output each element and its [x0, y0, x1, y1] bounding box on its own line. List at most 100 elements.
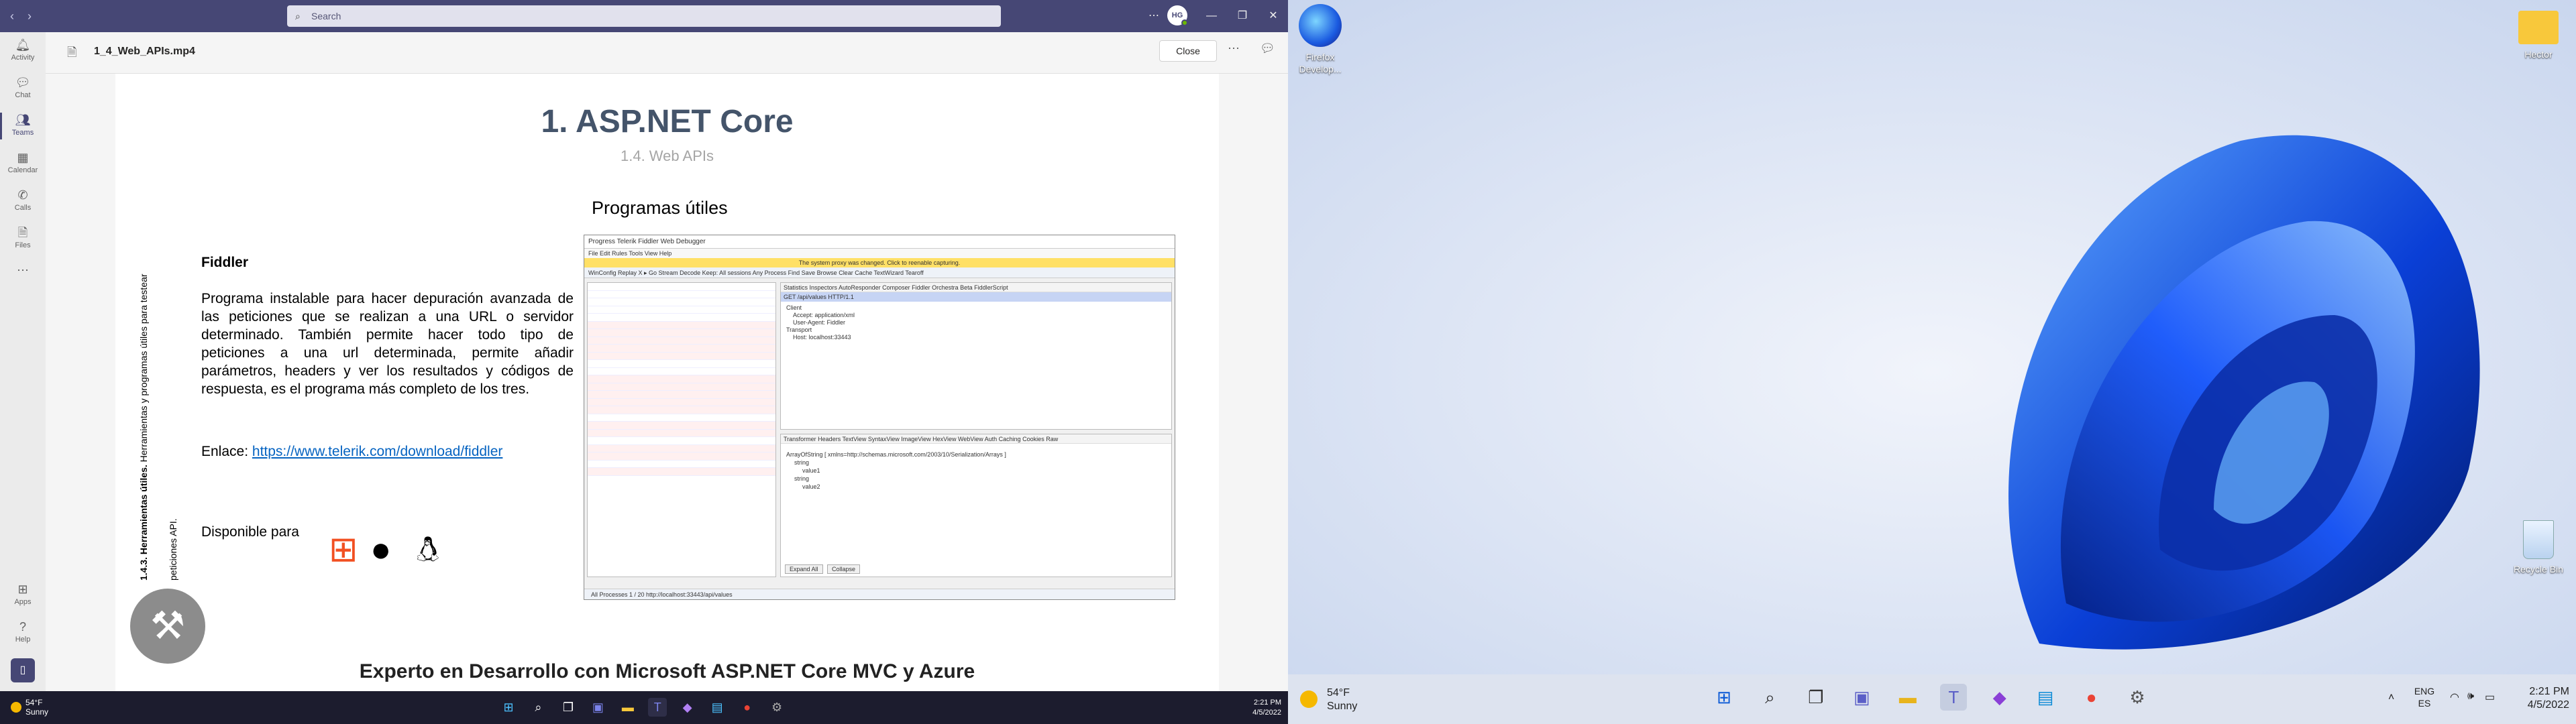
- fiddler-menu: File Edit Rules Tools View Help: [584, 249, 1175, 258]
- desktop-icon-hector[interactable]: Hector: [2510, 5, 2567, 60]
- list-item: [588, 321, 775, 329]
- rail-label: Calls: [14, 204, 32, 212]
- link-line: Enlace: https://www.telerik.com/download…: [201, 444, 502, 460]
- back-arrow-icon[interactable]: ‹: [5, 8, 19, 24]
- chevron-up-icon[interactable]: ˄: [2388, 692, 2394, 704]
- list-item: [588, 391, 775, 399]
- folder-icon: [2518, 11, 2559, 44]
- tools-icon: ⚒: [130, 589, 205, 664]
- maximize-icon[interactable]: ❐: [1233, 7, 1252, 25]
- tree-node: string: [794, 475, 810, 482]
- list-item: [588, 444, 775, 452]
- forward-arrow-icon[interactable]: ›: [23, 8, 36, 24]
- start-icon[interactable]: ⊞: [1711, 684, 1737, 711]
- search-placeholder: Search: [311, 11, 341, 21]
- search-icon[interactable]: ⌕: [1756, 684, 1783, 711]
- rail-item-teams[interactable]: 👥︎ Teams: [0, 107, 46, 145]
- more-apps-icon[interactable]: ⋯: [0, 257, 46, 295]
- fiddler-link[interactable]: https://www.telerik.com/download/fiddler: [252, 444, 503, 459]
- close-window-icon[interactable]: ✕: [1264, 7, 1283, 25]
- rail-label: Teams: [11, 129, 34, 137]
- slide-footer: Experto en Desarrollo con Microsoft ASP.…: [359, 660, 975, 682]
- battery-icon[interactable]: ▭: [2485, 690, 2495, 704]
- teams-icon[interactable]: T: [1940, 684, 1968, 711]
- task-view-icon[interactable]: ❐: [559, 698, 578, 717]
- more-options-icon[interactable]: ⋯: [1144, 7, 1163, 25]
- tree-node: value2: [802, 483, 820, 490]
- search-icon[interactable]: ⌕: [529, 698, 547, 717]
- list-item: [588, 422, 775, 430]
- desktop-icon-recycle-bin[interactable]: Recycle Bin: [2510, 520, 2567, 575]
- volume-icon[interactable]: 🕪︎: [2467, 690, 2474, 703]
- chat-icon[interactable]: ▣: [588, 698, 607, 717]
- teams-icon[interactable]: T: [648, 698, 667, 717]
- desktop-icon-label: Firefox Develop...: [1299, 52, 1342, 74]
- close-button[interactable]: Close: [1159, 40, 1217, 62]
- vertical-label-text: peticiones API.: [168, 518, 178, 581]
- fiddler-title: Progress Telerik Fiddler Web Debugger: [584, 235, 1175, 249]
- rail-item-apps[interactable]: ⊞ Apps: [0, 577, 46, 614]
- available-label: Disponible para: [201, 524, 299, 540]
- notepad-icon[interactable]: ▤: [708, 698, 727, 717]
- rail-item-activity[interactable]: 🔔︎ Activity: [0, 32, 46, 70]
- list-item: [588, 414, 775, 422]
- avatar[interactable]: HG: [1167, 5, 1188, 26]
- wifi-icon[interactable]: ◠: [2450, 690, 2459, 704]
- visual-studio-icon[interactable]: ◆: [678, 698, 697, 717]
- firefox-icon: [1299, 4, 1342, 47]
- minimize-icon[interactable]: —: [1202, 7, 1221, 25]
- bloom-wallpaper: [1288, 0, 2576, 674]
- desktop-icon-firefox[interactable]: Firefox Develop...: [1292, 4, 1348, 75]
- slide-heading: Programas útiles: [592, 198, 728, 218]
- link-prefix: Enlace:: [201, 444, 252, 459]
- response-tree: ArrayOfString [ xmlns=http://schemas.mic…: [781, 444, 1171, 497]
- chrome-icon[interactable]: ●: [2078, 684, 2105, 711]
- rail-item-calls[interactable]: ✆ Calls: [0, 182, 46, 220]
- request-line: Accept: application/xml: [793, 312, 855, 318]
- description-paragraph: Programa instalable para hacer depuració…: [201, 291, 574, 397]
- taskbar-icons: ⊞ ⌕ ❐ ▣ ▬ T ◆ ▤ ● ⚙: [1711, 684, 2167, 711]
- teams-icon: 👥︎: [15, 113, 31, 127]
- weather-widget[interactable]: 54°F Sunny: [11, 698, 48, 717]
- rail-label: Help: [15, 636, 31, 644]
- chat-icon[interactable]: 💬︎: [1260, 42, 1275, 56]
- date: 4/5/2022: [1252, 709, 1281, 717]
- fiddler-warning: The system proxy was changed. Click to r…: [584, 258, 1175, 267]
- tree-node: string: [794, 459, 810, 466]
- mobile-app-icon[interactable]: ▯: [11, 658, 35, 682]
- ellipsis-icon: ⋯: [17, 263, 29, 277]
- session-list: [587, 282, 776, 577]
- section-title: Fiddler: [201, 255, 249, 270]
- search-input[interactable]: ⌕ Search: [287, 5, 1001, 27]
- list-item: [588, 375, 775, 383]
- settings-icon[interactable]: ⚙: [2124, 684, 2151, 711]
- avatar-initials: HG: [1171, 11, 1183, 19]
- rail-item-files[interactable]: 🗎 Files: [0, 220, 46, 257]
- desktop: Firefox Develop... Hector Recycle Bin 54…: [1288, 0, 2576, 724]
- more-options-icon[interactable]: ⋯: [1228, 42, 1240, 56]
- inspector-tabs: Statistics Inspectors AutoResponder Comp…: [781, 283, 1171, 292]
- clock[interactable]: 2:21 PM 4/5/2022: [2516, 685, 2569, 712]
- chat-icon[interactable]: ▣: [1848, 684, 1875, 711]
- rail-item-calendar[interactable]: ▦ Calendar: [0, 145, 46, 182]
- calendar-icon: ▦: [17, 151, 29, 164]
- fiddler-toolbar: WinConfig Replay X ▸ Go Stream Decode Ke…: [584, 267, 1175, 278]
- folder-icon[interactable]: ▬: [1894, 684, 1921, 711]
- collapse-button: Collapse: [827, 564, 861, 574]
- list-item: [588, 329, 775, 337]
- chrome-icon[interactable]: ●: [738, 698, 757, 717]
- start-icon[interactable]: ⊞: [499, 698, 518, 717]
- vertical-label: 1.4.3. Herramientas útiles. Herramientas…: [136, 239, 153, 581]
- settings-icon[interactable]: ⚙: [767, 698, 786, 717]
- bell-icon: 🔔︎: [15, 38, 31, 52]
- list-item: [588, 398, 775, 406]
- rail-item-chat[interactable]: 💬︎ Chat: [0, 70, 46, 107]
- language-indicator[interactable]: ENG ES: [2412, 685, 2436, 709]
- notepad-icon[interactable]: ▤: [2032, 684, 2059, 711]
- clock[interactable]: 2:21 PM 4/5/2022: [1248, 698, 1281, 718]
- folder-icon[interactable]: ▬: [619, 698, 637, 717]
- visual-studio-icon[interactable]: ◆: [1986, 684, 2013, 711]
- tree-node: ArrayOfString [ xmlns=http://schemas.mic…: [786, 451, 1006, 458]
- rail-item-help[interactable]: ? Help: [0, 614, 46, 652]
- task-view-icon[interactable]: ❐: [1803, 684, 1829, 711]
